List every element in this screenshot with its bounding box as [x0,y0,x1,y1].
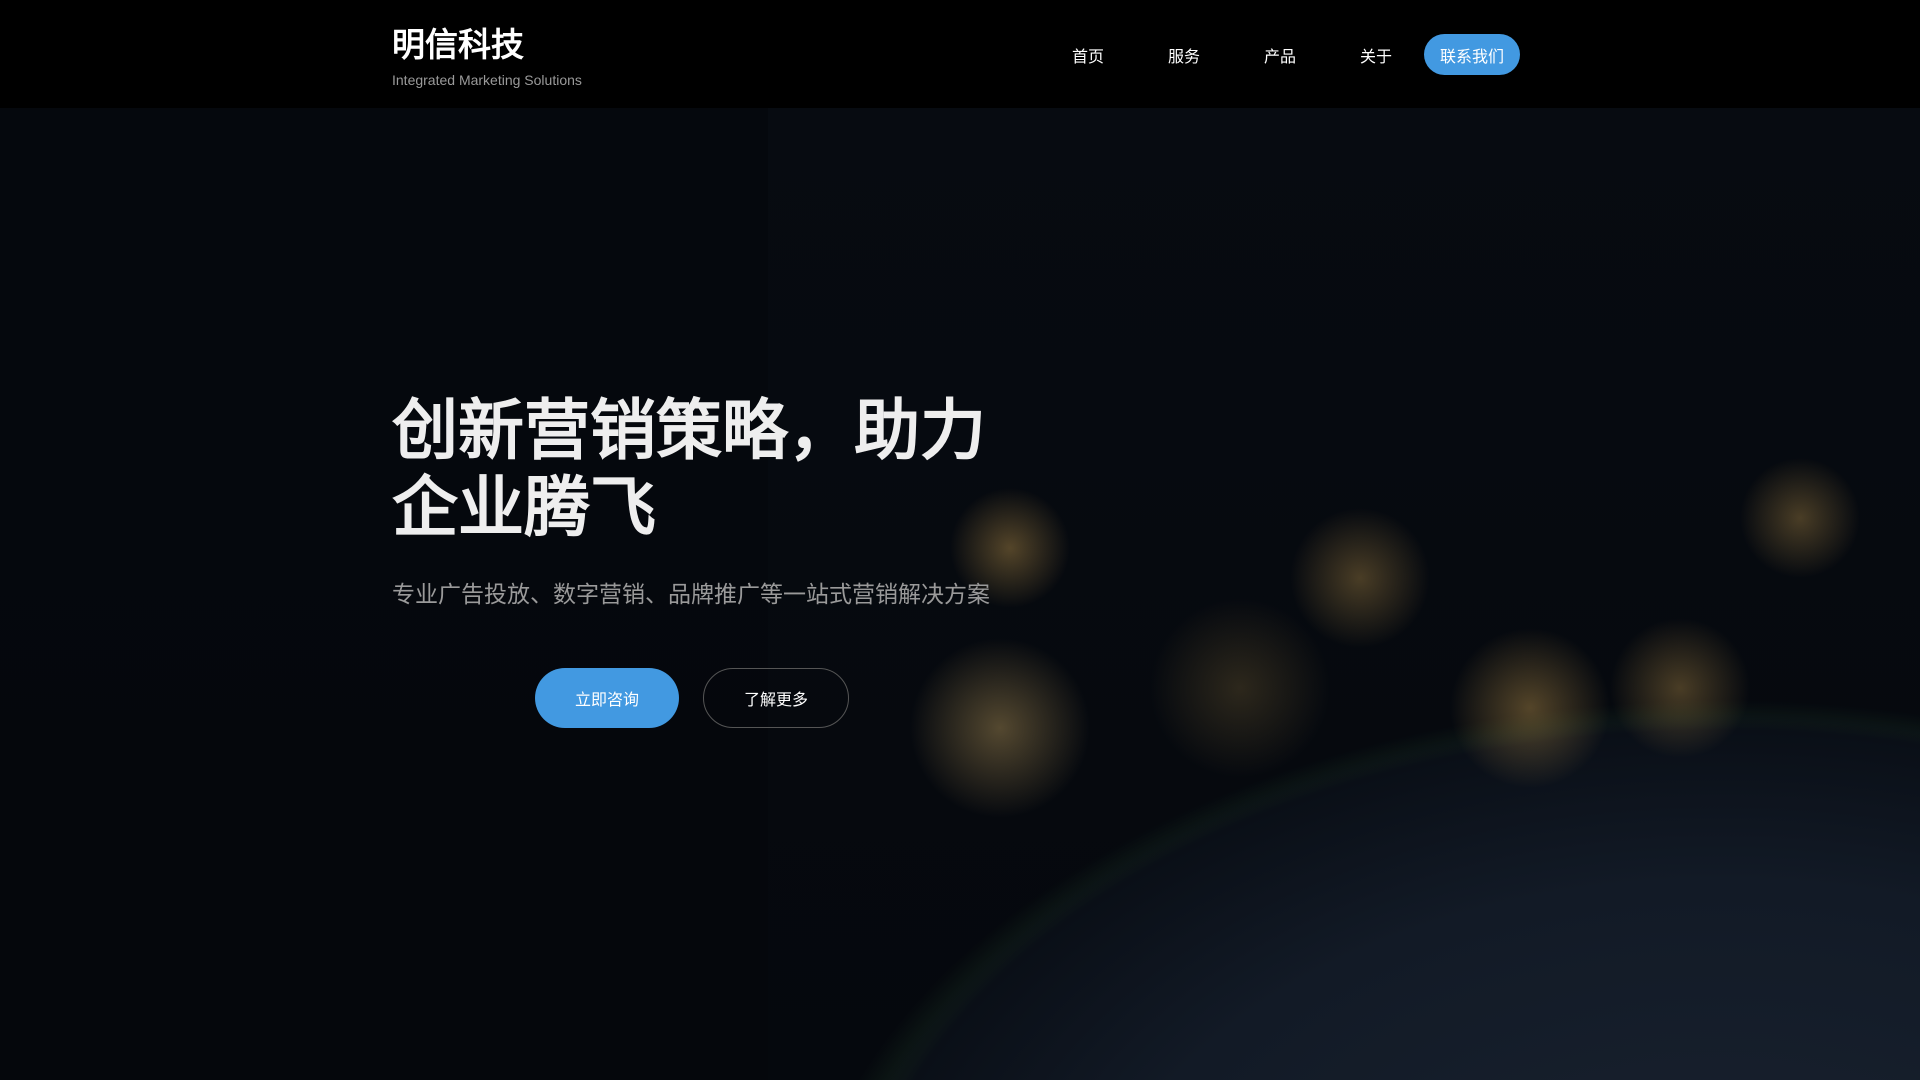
nav-about[interactable]: 关于 [1328,43,1424,67]
hero-subtitle: 专业广告投放、数字营销、品牌推广等一站式营销解决方案 [392,582,990,608]
nav-home[interactable]: 首页 [1040,43,1136,67]
nav-services[interactable]: 服务 [1136,43,1232,67]
site-header: 明信科技 Integrated Marketing Solutions 首页 服… [0,0,1920,108]
learn-more-button[interactable]: 了解更多 [703,668,849,728]
nav-products[interactable]: 产品 [1232,43,1328,67]
brand-logo[interactable]: 明信科技 [392,18,524,66]
brand-tagline: Integrated Marketing Solutions [392,72,582,88]
hero-title: 创新营销策略，助力企业腾飞 [392,392,986,546]
contact-button[interactable]: 联系我们 [1424,34,1520,75]
consult-button[interactable]: 立即咨询 [535,668,679,728]
hero-content: 创新营销策略，助力企业腾飞 专业广告投放、数字营销、品牌推广等一站式营销解决方案… [392,392,1012,728]
main-nav: 首页 服务 产品 关于 联系我们 [1040,34,1520,75]
